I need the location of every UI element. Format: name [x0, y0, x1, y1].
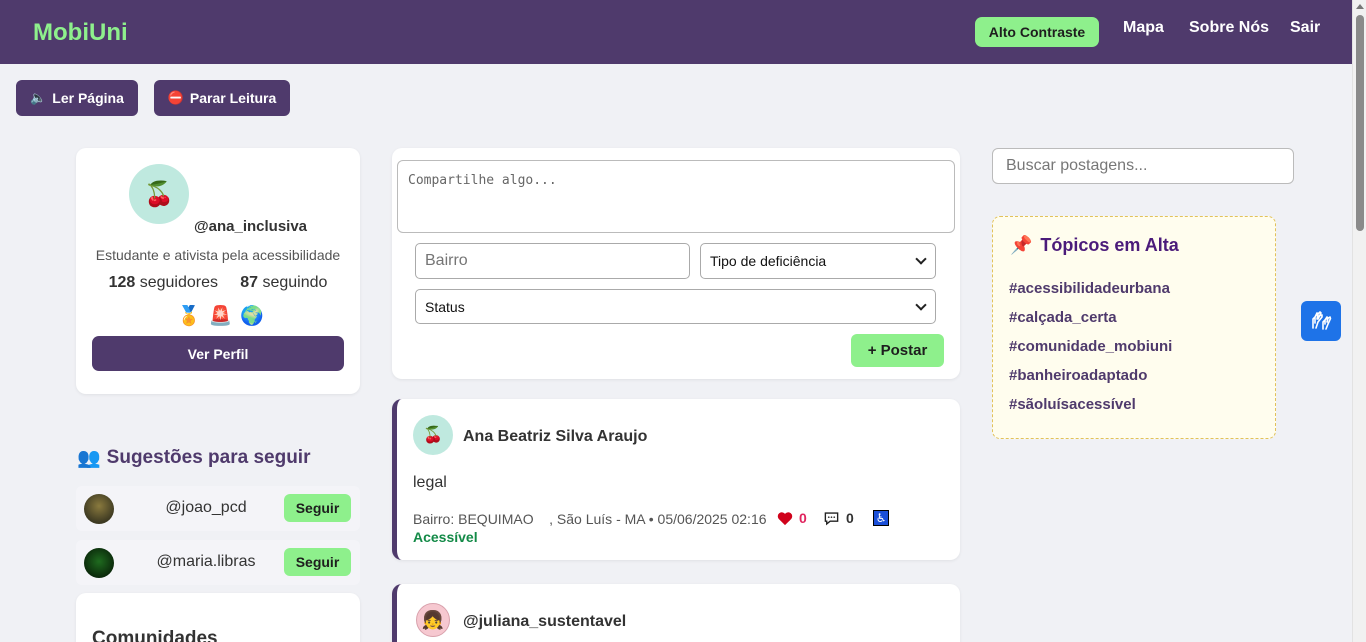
suggestion-item: @joao_pcd Seguir — [76, 486, 360, 531]
stop-reading-button[interactable]: ⛔ Parar Leitura — [154, 80, 290, 116]
stop-icon: ⛔ — [167, 90, 184, 105]
trending-tag[interactable]: #banheiroadaptado — [1009, 367, 1147, 384]
trending-tag[interactable]: #acessibilidadeurbana — [1009, 280, 1170, 297]
siren-icon: 🚨 — [208, 306, 233, 327]
post-author-avatar[interactable]: 🍒 — [413, 415, 453, 455]
profile-bio: Estudante e ativista pela acessibilidade — [95, 247, 341, 263]
brand-logo[interactable]: MobiUni — [33, 19, 128, 47]
trending-tag[interactable]: #calçada_certa — [1009, 309, 1117, 326]
communities-title: Comunidades — [92, 628, 218, 642]
comment-count: 0 — [846, 510, 854, 526]
post-textarea[interactable]: Compartilhe algo... — [397, 160, 955, 233]
comment-button[interactable]: 0 — [823, 510, 854, 526]
post-button[interactable]: + Postar — [851, 334, 944, 367]
nav-link-logout[interactable]: Sair — [1290, 19, 1320, 37]
trending-tag[interactable]: #sãoluísacessível — [1009, 396, 1136, 413]
scroll-up-icon[interactable] — [1356, 4, 1364, 9]
following-label: seguindo — [262, 274, 328, 291]
profile-avatar[interactable]: 🍒 — [129, 164, 189, 224]
status-select[interactable]: Status — [415, 289, 936, 324]
read-page-button[interactable]: 🔈 Ler Página — [16, 80, 138, 116]
profile-handle: @ana_inclusiva — [194, 218, 308, 235]
read-page-label: Ler Página — [52, 90, 124, 106]
medal-icon: 🏅 — [177, 306, 201, 327]
view-profile-button[interactable]: Ver Perfil — [92, 336, 344, 371]
high-contrast-button[interactable]: Alto Contraste — [975, 17, 1099, 47]
trending-title-text: Tópicos em Alta — [1040, 235, 1179, 255]
post-author-name[interactable]: @juliana_sustentavel — [463, 613, 626, 631]
post-location-date: Bairro: BEQUIMAO , São Luís - MA • 05/06… — [413, 511, 767, 527]
suggestion-avatar[interactable] — [84, 548, 114, 578]
suggestion-handle[interactable]: @joao_pcd — [116, 499, 296, 517]
suggestions-title-text: Sugestões para seguir — [106, 447, 311, 468]
like-button[interactable]: 0 — [777, 510, 807, 526]
speaker-icon: 🔈 — [30, 90, 47, 105]
trending-title: 📌 Tópicos em Alta — [1010, 235, 1179, 256]
bairro-input[interactable]: Bairro — [415, 243, 690, 279]
following-count: 87 — [240, 274, 259, 291]
follow-button[interactable]: Seguir — [284, 548, 351, 576]
like-count: 0 — [799, 510, 807, 526]
post-author-name[interactable]: Ana Beatriz Silva Araujo — [463, 428, 647, 446]
search-input[interactable]: Buscar postagens... — [992, 148, 1294, 184]
chevron-down-icon — [915, 298, 927, 311]
comment-icon — [824, 511, 839, 525]
post-meta: Bairro: BEQUIMAO , São Luís - MA • 05/06… — [413, 511, 790, 527]
post-content: legal — [413, 474, 447, 491]
profile-stats: 128 seguidores 87 seguindo — [76, 274, 360, 292]
followers-label: seguidores — [139, 274, 218, 291]
suggestion-avatar[interactable] — [84, 494, 114, 524]
sign-language-icon[interactable] — [1301, 301, 1341, 341]
profile-badges: 🏅 🚨 🌍 — [177, 304, 264, 328]
heart-icon — [777, 511, 793, 525]
hands-icon — [1312, 311, 1332, 330]
people-icon: 👥 — [77, 448, 101, 469]
scrollbar-thumb[interactable] — [1356, 15, 1364, 231]
deficiency-select[interactable]: Tipo de deficiência — [700, 243, 936, 279]
deficiency-select-value: Tipo de deficiência — [710, 253, 827, 269]
chevron-down-icon — [915, 253, 927, 265]
pushpin-icon: 📌 — [1010, 235, 1033, 255]
globe-icon: 🌍 — [240, 306, 265, 327]
status-select-value: Status — [425, 298, 465, 315]
nav-link-about[interactable]: Sobre Nós — [1189, 19, 1269, 37]
page-scrollbar[interactable] — [1352, 0, 1366, 642]
post-author-avatar[interactable]: 👧 — [416, 603, 450, 637]
nav-link-map[interactable]: Mapa — [1123, 19, 1164, 37]
follow-button[interactable]: Seguir — [284, 494, 351, 522]
stop-reading-label: Parar Leitura — [189, 90, 277, 106]
trending-tag[interactable]: #comunidade_mobiuni — [1009, 338, 1172, 355]
post-status-badge: Acessível — [413, 529, 478, 545]
suggestions-title: 👥 Sugestões para seguir — [77, 446, 310, 470]
top-navbar: MobiUni Alto Contraste Mapa Sobre Nós Sa… — [0, 0, 1352, 64]
suggestion-item: @maria.libras Seguir — [76, 540, 360, 585]
suggestion-handle[interactable]: @maria.libras — [116, 553, 296, 571]
wheelchair-icon: ♿ — [873, 510, 889, 526]
followers-count: 128 — [108, 274, 136, 291]
